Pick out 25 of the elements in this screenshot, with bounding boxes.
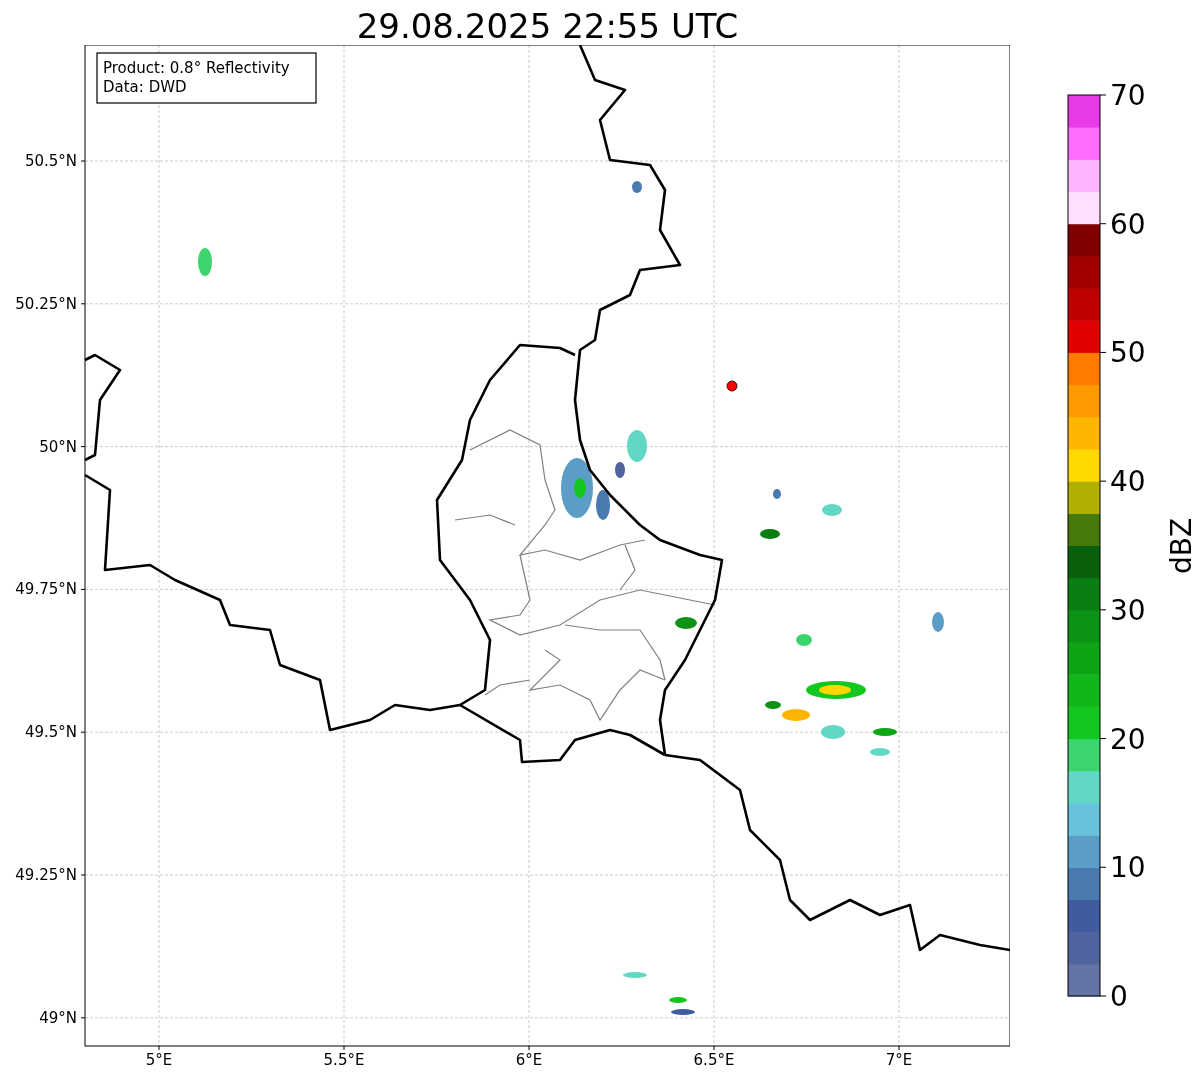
latitude-label: 50.5°N <box>24 152 77 170</box>
longitude-label: 7°E <box>885 1051 913 1069</box>
chart-title: 29.08.2025 22:55 UTC <box>355 5 740 45</box>
latitude-label: 49.75°N <box>15 580 77 599</box>
longitude-label: 6°E <box>515 1051 543 1069</box>
scale-tick-label: 10 <box>1110 851 1146 885</box>
latitude-label: 49.25°N <box>15 866 77 884</box>
info-text: Product: 0.8° Reflectivity <box>103 59 290 77</box>
latitude-label: 50°N <box>39 437 77 456</box>
scale-tick-label: 30 <box>1110 593 1146 627</box>
scale-tick-label: 20 <box>1110 722 1146 756</box>
scale-tick-label: 0 <box>1110 980 1128 1013</box>
scale-tick-label: 50 <box>1110 336 1146 370</box>
longitude-label: 5°E <box>145 1051 173 1069</box>
scale-tick-label: 60 <box>1110 207 1146 241</box>
radar-site-marker <box>726 380 738 392</box>
latitude-label: 49.5°N <box>24 723 77 742</box>
scale-label: dBZ <box>1165 517 1198 575</box>
latitude-label: 49°N <box>39 1008 77 1027</box>
info-text: Data: DWD <box>103 78 187 96</box>
longitude-label: 5.5°E <box>323 1051 365 1069</box>
longitude-label: 6.5°E <box>693 1051 735 1069</box>
latitude-label: 50.25°N <box>15 294 77 313</box>
scale-tick-label: 70 <box>1110 79 1146 112</box>
scale-tick-label: 40 <box>1110 465 1146 499</box>
